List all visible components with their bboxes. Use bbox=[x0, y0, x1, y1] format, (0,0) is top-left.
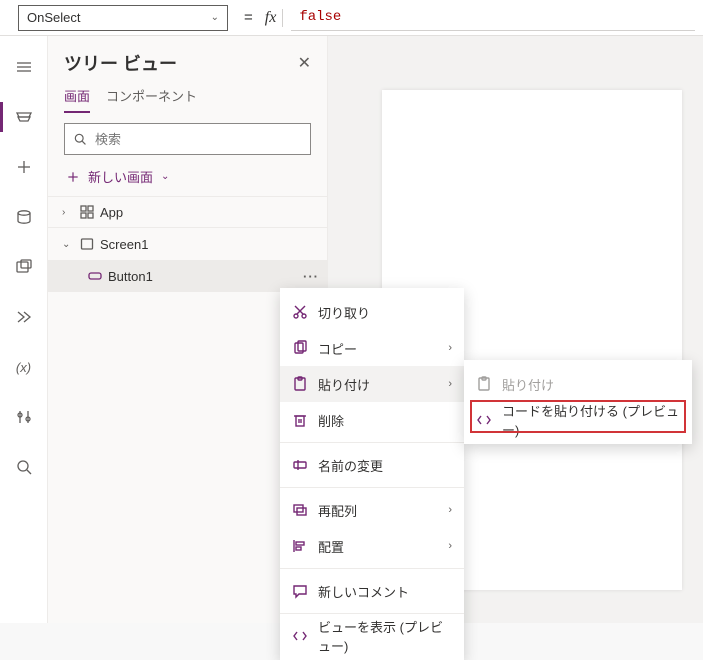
rail-tools[interactable] bbox=[0, 392, 48, 442]
menu-rename[interactable]: 名前の変更 bbox=[280, 447, 464, 483]
rail-data[interactable] bbox=[0, 192, 48, 242]
menu-cut[interactable]: 切り取り bbox=[280, 294, 464, 330]
tab-screen[interactable]: 画面 bbox=[64, 86, 90, 113]
tree-node-app[interactable]: › App bbox=[48, 196, 327, 228]
menu-label: コードを貼り付ける (プレビュー) bbox=[502, 401, 680, 439]
chevron-right-icon: › bbox=[448, 540, 452, 552]
menu-label: 新しいコメント bbox=[318, 582, 409, 601]
rail-media[interactable] bbox=[0, 242, 48, 292]
chevron-right-icon: › bbox=[62, 207, 74, 218]
menu-delete[interactable]: 削除 bbox=[280, 402, 464, 438]
chevron-right-icon: › bbox=[448, 342, 452, 354]
menu-label: 削除 bbox=[318, 411, 344, 430]
menu-label: 再配列 bbox=[318, 501, 357, 520]
menu-reorder[interactable]: 再配列 › bbox=[280, 492, 464, 528]
rail-hamburger[interactable] bbox=[0, 42, 48, 92]
tree-node-label: App bbox=[100, 205, 123, 220]
rail-variables[interactable]: (x) bbox=[0, 342, 48, 392]
delete-icon bbox=[292, 412, 308, 428]
submenu-paste-code[interactable]: コードを貼り付ける (プレビュー) bbox=[464, 402, 692, 438]
submenu-paste: 貼り付け bbox=[464, 366, 692, 402]
rail-search[interactable] bbox=[0, 442, 48, 492]
cut-icon bbox=[292, 304, 308, 320]
menu-label: 貼り付け bbox=[502, 375, 554, 394]
menu-paste[interactable]: 貼り付け › bbox=[280, 366, 464, 402]
reorder-icon bbox=[292, 502, 308, 518]
tree-search-input[interactable] bbox=[95, 132, 302, 147]
close-icon[interactable]: ✕ bbox=[298, 53, 311, 73]
chevron-down-icon: ⌄ bbox=[211, 12, 219, 23]
button-icon bbox=[88, 269, 102, 283]
menu-align[interactable]: 配置 › bbox=[280, 528, 464, 564]
new-screen-label: 新しい画面 bbox=[88, 167, 153, 186]
menu-label: 配置 bbox=[318, 537, 344, 556]
tree-search[interactable] bbox=[64, 123, 311, 155]
formula-input[interactable] bbox=[291, 5, 695, 31]
rail-insert[interactable] bbox=[0, 142, 48, 192]
paste-icon bbox=[292, 376, 308, 392]
left-rail: (x) bbox=[0, 36, 48, 623]
menu-show-view[interactable]: ビューを表示 (プレビュー) bbox=[280, 618, 464, 654]
tree-node-screen1[interactable]: ⌄ Screen1 bbox=[48, 228, 327, 260]
new-screen-button[interactable]: 新しい画面 ⌄ bbox=[48, 163, 327, 196]
menu-new-comment[interactable]: 新しいコメント bbox=[280, 573, 464, 609]
menu-label: コピー bbox=[318, 339, 357, 358]
property-name: OnSelect bbox=[27, 10, 80, 25]
chevron-down-icon: ⌄ bbox=[161, 171, 169, 182]
rail-tree-view[interactable] bbox=[0, 92, 48, 142]
chevron-right-icon: › bbox=[448, 378, 452, 390]
property-selector[interactable]: OnSelect ⌄ bbox=[18, 5, 228, 31]
tree-node-label: Button1 bbox=[108, 269, 153, 284]
tree-node-label: Screen1 bbox=[100, 237, 148, 252]
code-icon bbox=[292, 628, 308, 644]
more-icon[interactable]: ··· bbox=[303, 269, 319, 284]
tab-components[interactable]: コンポーネント bbox=[106, 86, 197, 113]
formula-bar: OnSelect ⌄ = fx bbox=[0, 0, 703, 36]
copy-icon bbox=[292, 340, 308, 356]
equals-sign: = bbox=[236, 9, 257, 26]
align-icon bbox=[292, 538, 308, 554]
rail-flows[interactable] bbox=[0, 292, 48, 342]
menu-copy[interactable]: コピー › bbox=[280, 330, 464, 366]
screen-icon bbox=[80, 237, 94, 251]
comment-icon bbox=[292, 583, 308, 599]
fx-icon: fx bbox=[265, 9, 284, 27]
paste-submenu: 貼り付け コードを貼り付ける (プレビュー) bbox=[464, 360, 692, 444]
menu-label: 貼り付け bbox=[318, 375, 370, 394]
context-menu: 切り取り コピー › 貼り付け › 削除 名前の変更 再配列 › 配置 › 新し… bbox=[280, 288, 464, 660]
app-icon bbox=[80, 205, 94, 219]
menu-label: 名前の変更 bbox=[318, 456, 383, 475]
tree-view-title: ツリー ビュー bbox=[64, 50, 177, 76]
paste-icon bbox=[476, 376, 492, 392]
chevron-right-icon: › bbox=[448, 504, 452, 516]
code-icon bbox=[476, 412, 492, 428]
menu-label: 切り取り bbox=[318, 303, 370, 322]
rename-icon bbox=[292, 457, 308, 473]
chevron-down-icon: ⌄ bbox=[62, 239, 74, 250]
